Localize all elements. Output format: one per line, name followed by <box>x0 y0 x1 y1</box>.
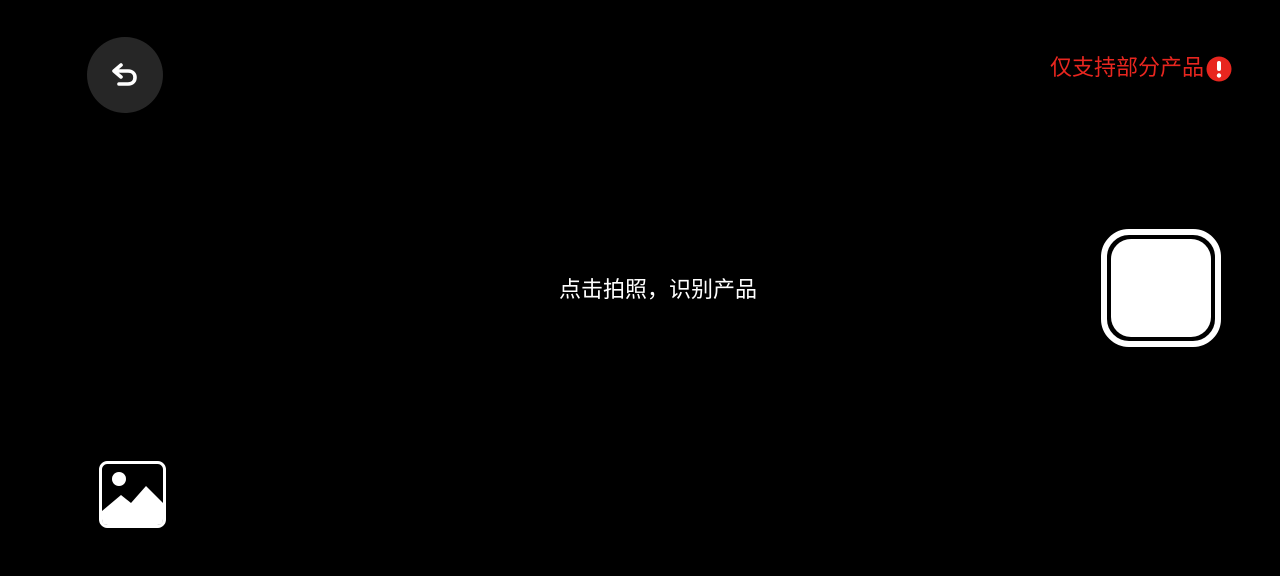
supported-products-notice[interactable]: 仅支持部分产品 <box>1050 55 1232 83</box>
notice-text: 仅支持部分产品 <box>1049 56 1204 81</box>
shutter-button-icon <box>1111 239 1211 337</box>
gallery-button[interactable] <box>99 461 166 528</box>
shutter-button[interactable] <box>1101 229 1221 347</box>
back-arrow-icon <box>112 63 137 86</box>
exclamation-circle-icon <box>1206 56 1232 82</box>
capture-hint: 点击拍照，识别产品 <box>558 278 757 303</box>
camera-screen: 仅支持部分产品 点击拍照，识别产品 <box>0 0 1280 576</box>
image-gallery-icon <box>99 461 166 528</box>
back-button[interactable] <box>87 37 163 113</box>
